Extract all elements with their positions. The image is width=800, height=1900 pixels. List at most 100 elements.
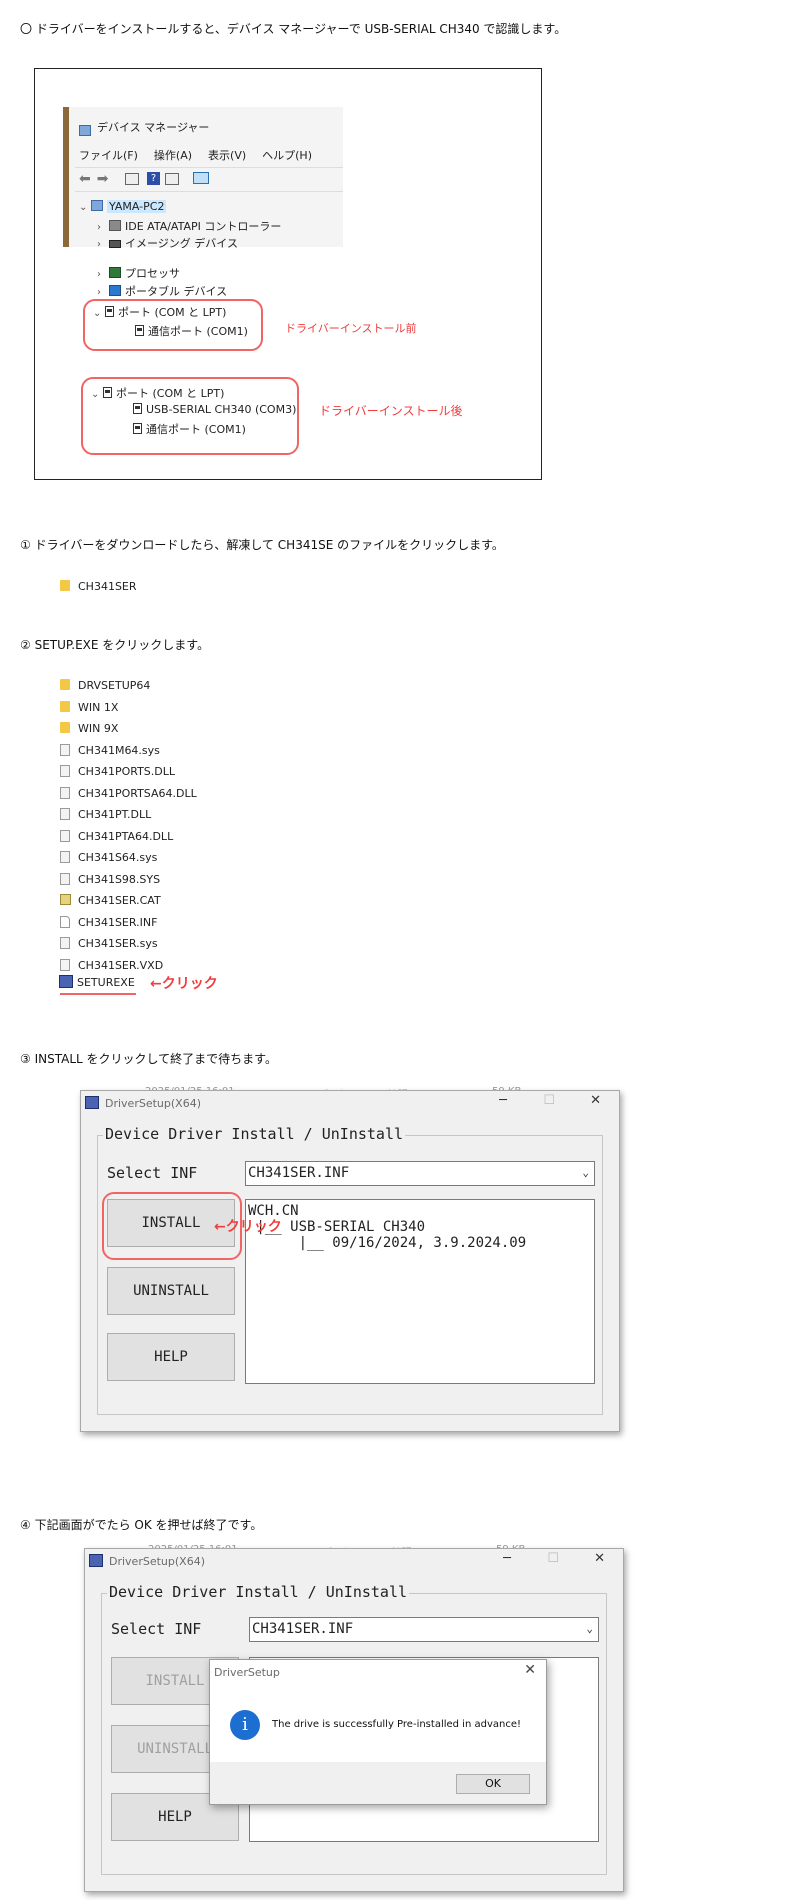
- file-setup-exe[interactable]: SETUREXE: [59, 975, 135, 989]
- ports-group-before[interactable]: ⌄ ポート (COM と LPT): [93, 304, 226, 320]
- before-note: ドライバーインストール前: [285, 322, 417, 335]
- file-list-item[interactable]: WIN 9X: [60, 722, 118, 735]
- file-list-item[interactable]: CH341SER.VXD: [60, 958, 163, 972]
- chevron-right-icon: ›: [97, 269, 101, 280]
- app-icon: [85, 1096, 99, 1109]
- close-icon[interactable]: ✕: [590, 1093, 601, 1108]
- menu-view[interactable]: 表示(V): [208, 147, 246, 163]
- file-list-item[interactable]: CH341PT.DLL: [60, 808, 151, 821]
- tree-node-ide[interactable]: › IDE ATA/ATAPI コントローラー: [97, 218, 281, 234]
- maximize-icon[interactable]: ☐: [543, 1093, 555, 1108]
- after-note: ドライバーインストール後: [319, 404, 463, 418]
- update-icon[interactable]: [165, 173, 179, 185]
- menu-file[interactable]: ファイル(F): [79, 147, 138, 163]
- message-box-title: DriverSetup: [214, 1666, 280, 1679]
- com1-after[interactable]: 通信ポート (COM1): [133, 421, 246, 437]
- select-inf-label: Select INF: [107, 1164, 198, 1182]
- port-icon: [105, 306, 114, 317]
- chevron-down-icon: ⌄: [91, 389, 100, 400]
- minimize-icon[interactable]: ─: [499, 1093, 507, 1108]
- device-manager-title: デバイス マネージャー: [97, 121, 210, 134]
- message-box: DriverSetup ✕ i The drive is successfull…: [209, 1659, 547, 1805]
- ide-controller-icon: [109, 220, 121, 231]
- menu-action[interactable]: 操作(A): [154, 147, 192, 163]
- file-icon: [60, 915, 70, 928]
- file-icon: [60, 786, 70, 799]
- chevron-right-icon: ›: [97, 287, 101, 298]
- processor-icon: [109, 267, 121, 278]
- tree-node-imaging[interactable]: › イメージング デバイス: [97, 235, 238, 251]
- menu-bar: ファイル(F) 操作(A) 表示(V) ヘルプ(H): [79, 147, 349, 163]
- chevron-right-icon: ›: [97, 239, 101, 250]
- camera-icon: [109, 240, 121, 248]
- minimize-icon[interactable]: ─: [503, 1551, 511, 1566]
- app-icon: [89, 1554, 103, 1567]
- monitor-icon[interactable]: [193, 172, 209, 184]
- ch340-after[interactable]: USB-SERIAL CH340 (COM3): [133, 403, 296, 416]
- file-list-item[interactable]: WIN 1X: [60, 700, 118, 714]
- chevron-right-icon: ›: [97, 222, 101, 233]
- tree-node-processor[interactable]: › プロセッサ: [97, 265, 180, 281]
- inf-select[interactable]: CH341SER.INF ⌄: [245, 1161, 595, 1186]
- file-icon: [60, 894, 71, 905]
- folder-icon: [60, 722, 70, 733]
- file-list-item[interactable]: CH341SER.CAT: [60, 894, 161, 907]
- close-icon[interactable]: ✕: [524, 1662, 536, 1678]
- properties-icon[interactable]: [125, 173, 139, 185]
- menu-help[interactable]: ヘルプ(H): [262, 147, 312, 163]
- step1-text: ① ドライバーをダウンロードしたら、解凍して CH341SE のファイルをクリッ…: [20, 538, 504, 552]
- file-icon: [60, 765, 70, 777]
- file-list-item[interactable]: CH341S64.sys: [60, 851, 157, 864]
- setup-app-icon: [59, 975, 73, 988]
- file-icon: [60, 958, 70, 971]
- folder-ch341ser[interactable]: CH341SER: [60, 580, 137, 593]
- ok-button[interactable]: OK: [456, 1774, 530, 1794]
- folder-icon: [60, 679, 70, 690]
- file-list-item[interactable]: CH341PTA64.DLL: [60, 829, 173, 843]
- forward-arrow-icon[interactable]: ➡: [97, 171, 109, 187]
- chevron-down-icon: ⌄: [582, 1166, 589, 1179]
- back-arrow-icon[interactable]: ⬅: [79, 171, 91, 187]
- file-list-item[interactable]: CH341S98.SYS: [60, 872, 160, 886]
- file-list-item[interactable]: CH341SER.sys: [60, 937, 158, 950]
- group-label: Device Driver Install / UnInstall: [103, 1125, 406, 1143]
- intro-text: 〇 ドライバーをインストールすると、デバイス マネージャーで USB-SERIA…: [20, 22, 567, 36]
- tree-node-portable[interactable]: › ポータブル デバイス: [97, 283, 227, 299]
- file-icon: [60, 829, 70, 842]
- step3-text: ③ INSTALL をクリックして終了まで待ちます。: [20, 1052, 277, 1066]
- port-icon: [133, 403, 142, 414]
- file-list-item[interactable]: CH341M64.sys: [60, 743, 160, 757]
- install-click-note: ←クリック: [214, 1219, 282, 1235]
- driver-setup-dialog: DriverSetup(X64) ─ ☐ ✕ Device Driver Ins…: [80, 1090, 620, 1432]
- file-icon: [60, 808, 70, 820]
- close-icon[interactable]: ✕: [594, 1551, 605, 1566]
- portable-device-icon: [109, 285, 121, 296]
- file-icon: [60, 851, 70, 863]
- file-list-item[interactable]: CH341SER.INF: [60, 915, 157, 929]
- group-label: Device Driver Install / UnInstall: [107, 1583, 410, 1601]
- ports-group-after[interactable]: ⌄ ポート (COM と LPT): [91, 385, 224, 401]
- maximize-icon[interactable]: ☐: [547, 1551, 559, 1566]
- file-list-item[interactable]: CH341PORTSA64.DLL: [60, 786, 197, 800]
- computer-icon: [91, 200, 103, 211]
- setup-underline: [60, 993, 136, 995]
- step2-text: ② SETUP.EXE をクリックします。: [20, 638, 210, 652]
- chevron-down-icon: ⌄: [586, 1622, 593, 1635]
- driver-setup-dialog-final: DriverSetup(X64) ─ ☐ ✕ Device Driver Ins…: [84, 1548, 624, 1892]
- uninstall-button[interactable]: UNINSTALL: [107, 1267, 235, 1315]
- file-icon: [60, 937, 70, 949]
- file-list-item[interactable]: CH341PORTS.DLL: [60, 765, 175, 778]
- help-button[interactable]: HELP: [107, 1333, 235, 1381]
- help-icon[interactable]: ?: [147, 172, 160, 185]
- file-icon: [60, 872, 70, 885]
- inf-select[interactable]: CH341SER.INF ⌄: [249, 1617, 599, 1642]
- port-icon: [135, 325, 144, 336]
- folder-icon: [60, 700, 70, 712]
- setup-click-note: ←クリック: [150, 976, 218, 992]
- tree-root[interactable]: ⌄ YAMA-PC2: [79, 200, 167, 213]
- com1-before[interactable]: 通信ポート (COM1): [135, 323, 248, 339]
- port-icon: [133, 423, 142, 434]
- dialog-title: DriverSetup(X64): [109, 1555, 205, 1568]
- dialog-title: DriverSetup(X64): [105, 1097, 201, 1110]
- file-list-item[interactable]: DRVSETUP64: [60, 679, 150, 692]
